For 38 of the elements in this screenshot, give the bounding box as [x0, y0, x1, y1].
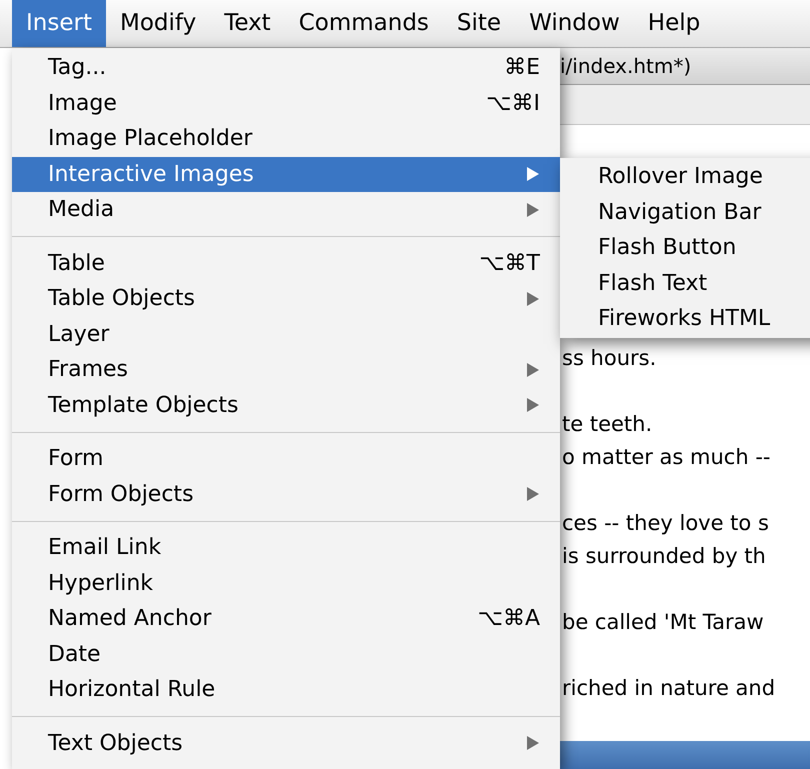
menu-item[interactable]: Table Objects: [12, 281, 560, 316]
menu-bar-item[interactable]: Window: [515, 0, 634, 47]
menu-item[interactable]: Date: [12, 636, 560, 672]
document-text-line: ss hours.: [561, 345, 658, 372]
menu-item[interactable]: Image ⌥⌘I: [12, 86, 560, 121]
document-text-line: be called 'Mt Taraw: [561, 609, 765, 636]
menu-item[interactable]: Media: [12, 192, 560, 228]
menu-item[interactable]: Text Objects: [12, 726, 560, 761]
menu-bar-item[interactable]: Insert: [12, 0, 106, 47]
document-text-line: ces -- they love to s: [561, 510, 770, 537]
menu-item[interactable]: Layer: [12, 316, 560, 352]
submenu-item[interactable]: Flash Button: [560, 230, 810, 266]
menu-bar-item[interactable]: Text: [210, 0, 285, 47]
window-title: i/index.htm*): [560, 53, 692, 80]
menu-item[interactable]: Email Link: [12, 530, 560, 566]
menu-bar-item[interactable]: Help: [634, 0, 714, 47]
submenu-item[interactable]: Navigation Bar: [560, 194, 810, 230]
menu-item[interactable]: Form Objects: [12, 476, 560, 512]
document-text-line: riched in nature and: [561, 675, 776, 702]
document-text-line: o matter as much --: [561, 444, 772, 471]
menu-item[interactable]: Interactive Images: [12, 156, 560, 192]
menu-item[interactable]: Frames: [12, 352, 560, 388]
submenu-item[interactable]: Rollover Image: [560, 159, 810, 194]
menu-item[interactable]: Named Anchor ⌥⌘A: [12, 601, 560, 636]
document-text-line: is surrounded by th: [561, 543, 767, 570]
submenu-item[interactable]: Flash Text: [560, 266, 810, 301]
menu-item[interactable]: Horizontal Rule: [12, 672, 560, 708]
document-text-line: te teeth.: [561, 411, 654, 438]
menu-item[interactable]: Form: [12, 441, 560, 476]
menu-item[interactable]: Tag... ⌘E: [12, 50, 560, 86]
menu-item[interactable]: Image Placeholder: [12, 121, 560, 156]
menu-bar-item[interactable]: Site: [442, 0, 516, 47]
menu-bar-item[interactable]: Commands: [284, 0, 443, 47]
submenu-item[interactable]: Fireworks HTML: [560, 301, 810, 336]
menu-item[interactable]: Table ⌥⌘T: [12, 246, 560, 281]
menu-item[interactable]: Template Objects: [12, 388, 560, 423]
menu-bar-item[interactable]: Modify: [106, 0, 210, 47]
menu-item[interactable]: Hyperlink: [12, 566, 560, 601]
